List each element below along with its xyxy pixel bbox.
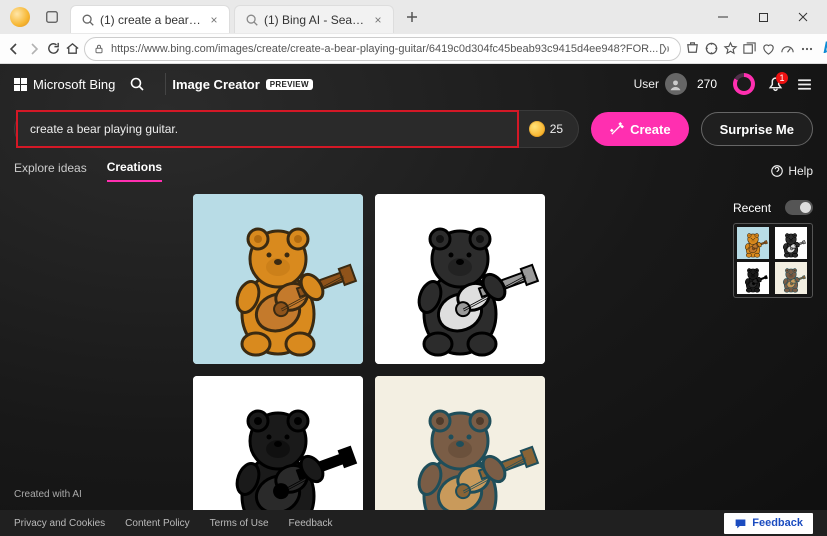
recent-thumb[interactable] xyxy=(737,262,769,294)
user-avatar-icon xyxy=(665,73,687,95)
window-close-button[interactable] xyxy=(783,3,823,31)
feedback-button[interactable]: Feedback xyxy=(724,513,813,534)
tab-explore[interactable]: Explore ideas xyxy=(14,161,87,181)
footer-content-link[interactable]: Content Policy xyxy=(125,518,189,529)
content-area: Recent xyxy=(0,190,827,512)
search-icon[interactable] xyxy=(129,76,145,92)
recent-thumb[interactable] xyxy=(775,227,807,259)
favorites-icon[interactable] xyxy=(723,36,738,62)
product-title: Image Creator xyxy=(172,77,259,92)
tab-close-icon[interactable]: × xyxy=(207,13,221,27)
window-maximize-button[interactable] xyxy=(743,3,783,31)
create-button[interactable]: Create xyxy=(591,112,688,146)
lock-icon xyxy=(93,43,105,55)
result-tile[interactable] xyxy=(193,194,363,364)
more-menu-icon[interactable] xyxy=(799,36,815,62)
window-titlebar: (1) create a bear playing guitar - × (1)… xyxy=(0,0,827,34)
nav-home-button[interactable] xyxy=(65,36,80,62)
app-header: Microsoft Bing Image Creator PREVIEW Use… xyxy=(0,64,827,104)
browser-tab-2[interactable]: (1) Bing AI - Search × xyxy=(234,5,394,33)
nav-forward-button[interactable] xyxy=(26,36,42,62)
read-aloud-icon[interactable] xyxy=(658,42,672,56)
notification-badge: 1 xyxy=(776,72,788,84)
boost-count: 25 xyxy=(550,122,563,136)
extensions-icon[interactable] xyxy=(704,36,719,62)
results-gallery xyxy=(14,194,723,512)
help-link[interactable]: Help xyxy=(770,164,813,178)
recent-thumbnails[interactable] xyxy=(733,223,813,298)
prompt-input[interactable] xyxy=(16,110,519,148)
page-tabs: Explore ideas Creations Help xyxy=(0,150,827,190)
prompt-field-wrap: 25 xyxy=(14,110,579,148)
health-icon[interactable] xyxy=(761,36,776,62)
coin-icon xyxy=(529,121,545,137)
user-label: User xyxy=(634,77,659,91)
separator xyxy=(165,73,166,95)
tab-creations[interactable]: Creations xyxy=(107,160,162,182)
surprise-button[interactable]: Surprise Me xyxy=(701,112,813,146)
microsoft-icon xyxy=(14,78,27,91)
tab-close-icon[interactable]: × xyxy=(371,13,385,27)
footer-feedback-link[interactable]: Feedback xyxy=(289,518,333,529)
ai-watermark: Created with AI xyxy=(14,489,82,500)
browser-tab-1-title: (1) create a bear playing guitar - xyxy=(100,13,203,27)
result-tile[interactable] xyxy=(375,194,545,364)
collections-icon[interactable] xyxy=(742,36,757,62)
nav-back-button[interactable] xyxy=(6,36,22,62)
performance-icon[interactable] xyxy=(780,36,795,62)
menu-button[interactable] xyxy=(796,76,813,93)
feedback-button-label: Feedback xyxy=(752,517,803,529)
prompt-bar: 25 Create Surprise Me xyxy=(0,104,827,150)
boost-chip[interactable]: 25 xyxy=(519,121,573,137)
user-chip[interactable]: User xyxy=(634,73,687,95)
help-icon xyxy=(770,164,784,178)
footer-privacy-link[interactable]: Privacy and Cookies xyxy=(14,518,105,529)
preview-badge: PREVIEW xyxy=(266,79,313,90)
wand-icon xyxy=(609,122,624,137)
page-footer: Privacy and Cookies Content Policy Terms… xyxy=(0,510,827,536)
points-chip[interactable]: 270 xyxy=(697,77,717,91)
recent-thumb[interactable] xyxy=(775,262,807,294)
recent-label: Recent xyxy=(733,201,771,215)
points-value: 270 xyxy=(697,77,717,91)
recent-toggle[interactable] xyxy=(785,200,813,215)
recent-panel: Recent xyxy=(723,194,813,512)
surprise-button-label: Surprise Me xyxy=(720,122,794,137)
bing-sidebar-icon[interactable]: b xyxy=(823,38,827,60)
browser-tab-2-title: (1) Bing AI - Search xyxy=(264,13,367,27)
profile-avatar-icon[interactable] xyxy=(10,7,30,27)
bing-logo[interactable]: Microsoft Bing xyxy=(14,77,115,92)
browser-toolbar: https://www.bing.com/images/create/creat… xyxy=(0,34,827,64)
shopping-icon[interactable] xyxy=(685,36,700,62)
address-bar[interactable]: https://www.bing.com/images/create/creat… xyxy=(84,37,681,61)
brand-label: Microsoft Bing xyxy=(33,77,115,92)
notifications-button[interactable]: 1 xyxy=(767,76,784,93)
window-minimize-button[interactable] xyxy=(703,3,743,31)
rewards-icon[interactable] xyxy=(733,73,755,95)
footer-terms-link[interactable]: Terms of Use xyxy=(210,518,269,529)
help-label: Help xyxy=(788,164,813,178)
nav-refresh-button[interactable] xyxy=(46,36,61,62)
page-body: Microsoft Bing Image Creator PREVIEW Use… xyxy=(0,64,827,536)
browser-tab-1[interactable]: (1) create a bear playing guitar - × xyxy=(70,5,230,33)
new-tab-button[interactable] xyxy=(396,3,428,31)
recent-thumb[interactable] xyxy=(737,227,769,259)
url-text: https://www.bing.com/images/create/creat… xyxy=(111,43,658,55)
chat-icon xyxy=(734,517,747,530)
tab-actions-icon[interactable] xyxy=(36,3,68,31)
create-button-label: Create xyxy=(630,122,670,137)
